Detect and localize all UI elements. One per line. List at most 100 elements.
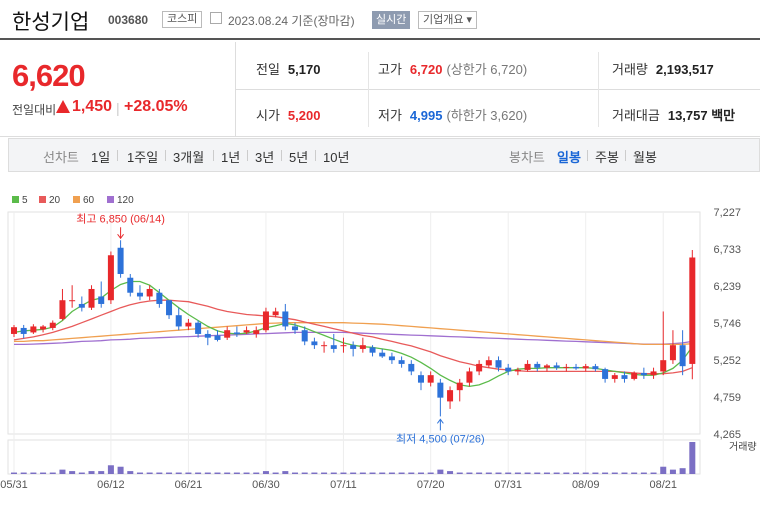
volume-bar xyxy=(253,472,260,474)
column-divider xyxy=(368,52,369,127)
tab-divider xyxy=(165,150,166,161)
volume-bar xyxy=(146,472,153,474)
candle-body xyxy=(669,345,676,361)
tab-5year[interactable]: 5년 xyxy=(289,147,308,166)
candle-body xyxy=(456,382,463,391)
legend-swatch xyxy=(39,196,46,203)
volume-bar xyxy=(398,472,405,474)
legend-label: 120 xyxy=(117,195,134,206)
volume-bar xyxy=(30,472,37,474)
candle-body xyxy=(40,326,47,330)
volume-bar xyxy=(340,472,347,474)
volume-bar xyxy=(292,472,299,474)
candle-body xyxy=(631,372,638,379)
volume-bar xyxy=(417,472,424,474)
ma5-line xyxy=(13,280,693,388)
candle-body xyxy=(253,330,260,334)
tab-10year[interactable]: 10년 xyxy=(323,147,349,166)
volume-bar xyxy=(650,472,657,474)
candle-body xyxy=(408,363,415,372)
volume-bar xyxy=(127,471,134,474)
volume-bar xyxy=(388,472,395,474)
stock-code: 003680 xyxy=(108,13,149,27)
volume-bar xyxy=(689,442,696,474)
change-label: 전일대비 xyxy=(12,103,57,117)
volume-bar xyxy=(166,472,173,474)
tab-divider xyxy=(247,150,248,161)
y-tick-label: 5,746 xyxy=(713,318,741,330)
price-summary: 6,620 전일대비 1,450 | +28.05% 전일 5,170 고가 6,7… xyxy=(0,42,760,137)
candle-body xyxy=(379,352,386,357)
volume-bar xyxy=(592,472,599,474)
candle-body xyxy=(175,315,182,327)
volume-bar xyxy=(582,472,589,474)
candle-body xyxy=(427,375,434,383)
open-label: 시가 xyxy=(256,108,280,123)
x-tick-label: 06/12 xyxy=(97,479,125,491)
realtime-button[interactable]: 실시간 xyxy=(372,11,411,29)
volume-bar xyxy=(40,472,47,474)
tab-1week[interactable]: 1주일 xyxy=(127,147,158,166)
candle-body xyxy=(311,341,318,346)
volume-bar xyxy=(563,472,570,474)
current-price-box: 6,620 전일대비 1,450 | +28.05% xyxy=(0,42,236,137)
up-triangle-icon xyxy=(56,100,70,113)
tab-divider xyxy=(281,150,282,161)
volume-value: 2,193,517 xyxy=(655,62,714,77)
volume-bar xyxy=(505,472,512,474)
candle-body xyxy=(534,363,541,368)
volume-bar xyxy=(359,472,366,474)
x-tick-label: 08/09 xyxy=(572,479,600,491)
tab-divider xyxy=(213,150,214,161)
y-tick-label: 5,252 xyxy=(713,355,741,367)
current-price: 6,620 xyxy=(12,58,86,93)
x-tick-label: 08/21 xyxy=(649,479,677,491)
candle-body xyxy=(282,311,289,327)
volume-bar xyxy=(514,472,521,474)
prev-close-cell: 전일 5,170 xyxy=(256,59,320,78)
tab-1year[interactable]: 1년 xyxy=(221,147,240,166)
candle-body xyxy=(611,375,618,379)
amount-label: 거래대금 xyxy=(612,108,660,123)
candle-body xyxy=(243,330,250,333)
volume-bar xyxy=(272,472,279,474)
candle-body xyxy=(640,372,647,376)
volume-bar xyxy=(447,471,454,474)
volume-bar xyxy=(660,466,667,474)
tab-3month[interactable]: 3개월 xyxy=(173,147,204,166)
tab-monthly-candle[interactable]: 월봉 xyxy=(633,147,657,166)
volume-bar xyxy=(495,472,502,474)
lower-limit: (하한가 3,620) xyxy=(446,108,528,123)
candle-body xyxy=(398,360,405,364)
candle-body xyxy=(224,330,231,338)
volume-bar xyxy=(456,472,463,474)
company-info-dropdown[interactable]: 기업개요 ▾ xyxy=(418,11,478,29)
candle-body xyxy=(660,360,667,372)
volume-bar xyxy=(485,472,492,474)
tab-divider xyxy=(625,150,626,161)
volume-bar xyxy=(10,472,18,474)
candle-body xyxy=(340,345,347,347)
candle-body xyxy=(166,300,173,316)
tab-1day[interactable]: 1일 xyxy=(91,147,110,166)
candle-body xyxy=(485,360,492,366)
tab-daily-candle[interactable]: 일봉 xyxy=(557,147,581,166)
candle-body xyxy=(262,311,269,331)
legend-label: 5 xyxy=(22,195,28,206)
divider: | xyxy=(116,100,120,116)
tab-3year[interactable]: 3년 xyxy=(255,147,274,166)
candle-body xyxy=(388,356,395,361)
tab-weekly-candle[interactable]: 주봉 xyxy=(595,147,619,166)
x-tick-label: 06/30 xyxy=(252,479,280,491)
volume-label: 거래량 xyxy=(612,62,648,77)
tab-divider xyxy=(587,150,588,161)
calendar-icon xyxy=(210,12,222,24)
legend-label: 20 xyxy=(49,195,61,206)
candle-body xyxy=(10,327,18,334)
candle-body xyxy=(292,326,299,331)
volume-bar xyxy=(543,472,550,474)
candle-body xyxy=(505,367,512,372)
volume-bar xyxy=(369,472,376,474)
stock-chart[interactable]: 05/31 06/12 06/21 06/30 07/11 07/20 07/31 08/09… xyxy=(0,188,760,518)
volume-bar xyxy=(602,472,609,474)
